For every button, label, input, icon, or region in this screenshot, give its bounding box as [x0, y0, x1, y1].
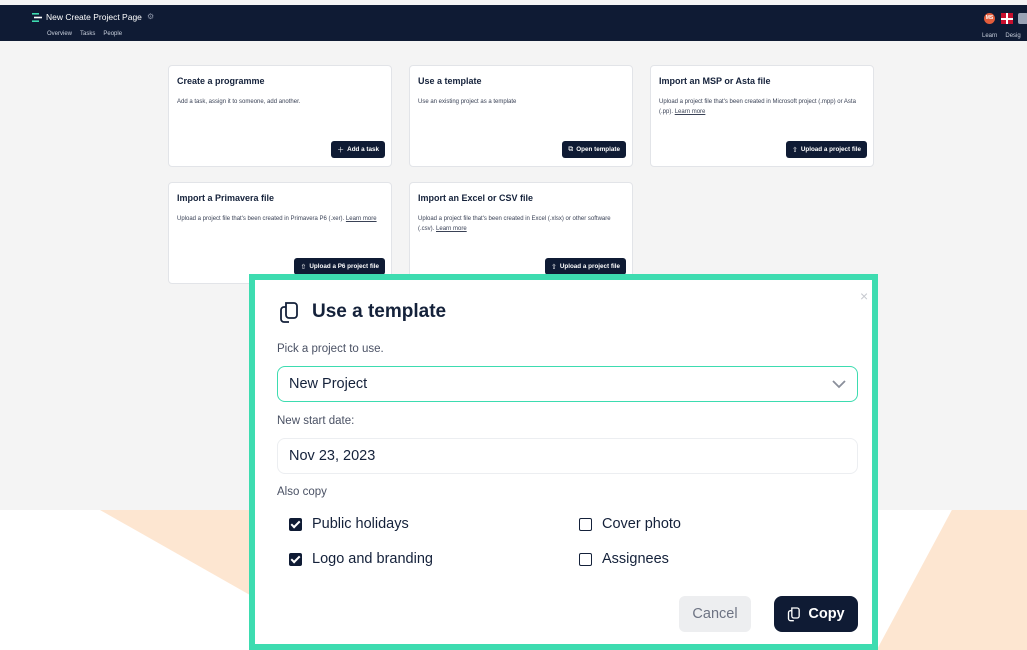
nav-tabs: Overview Tasks People — [47, 31, 122, 37]
help-icon[interactable] — [1018, 13, 1027, 24]
copy-icon — [788, 607, 801, 622]
card-import-msp: Import an MSP or Asta file Upload a proj… — [650, 65, 874, 167]
tab-people[interactable]: People — [103, 31, 122, 37]
card-title: Import an MSP or Asta file — [659, 76, 771, 86]
add-task-button[interactable]: ＋ Add a task — [331, 141, 385, 158]
use-template-dialog: × Use a template Pick a project to use. … — [249, 274, 878, 650]
upload-icon: ⇧ — [300, 263, 307, 271]
start-date-value: Nov 23, 2023 — [289, 448, 376, 464]
project-title[interactable]: New Create Project Page — [46, 12, 142, 22]
option-assignees[interactable]: Assignees — [579, 551, 669, 567]
card-description: Use an existing project as a template — [418, 99, 517, 105]
upload-icon: ⇧ — [550, 263, 557, 271]
checkbox-checked[interactable] — [289, 552, 302, 566]
also-copy-label: Also copy — [277, 486, 327, 498]
dialog-title: Use a template — [312, 301, 447, 322]
option-public-holidays[interactable]: Public holidays — [289, 516, 409, 532]
learn-link[interactable]: Learn — [982, 33, 997, 39]
background-shape — [876, 510, 1027, 650]
project-label: Pick a project to use. — [277, 343, 384, 355]
checkbox-unchecked[interactable] — [579, 517, 592, 531]
card-title: Use a template — [418, 76, 482, 86]
cancel-button[interactable]: Cancel — [679, 596, 751, 632]
copy-button[interactable]: Copy — [774, 596, 858, 632]
avatar[interactable]: MS — [984, 13, 995, 24]
start-date-label: New start date: — [277, 415, 355, 427]
project-select-value: New Project — [289, 376, 368, 392]
checkbox-checked[interactable] — [289, 517, 302, 531]
card-description: Upload a project file that's been create… — [177, 216, 377, 222]
close-icon[interactable]: × — [860, 288, 868, 304]
header-links: Learn Desig — [982, 33, 1021, 39]
upload-project-file-button[interactable]: ⇧ Upload a project file — [785, 141, 867, 158]
card-import-excel: Import an Excel or CSV file Upload a pro… — [409, 182, 633, 284]
start-date-input[interactable]: Nov 23, 2023 — [277, 438, 858, 474]
option-logo-branding[interactable]: Logo and branding — [289, 551, 433, 567]
top-bar: New Create Project Page ⚙ Overview Tasks… — [0, 5, 1027, 41]
list-icon — [32, 13, 42, 22]
gear-icon[interactable]: ⚙ — [147, 12, 154, 21]
chevron-down-icon — [832, 380, 846, 389]
option-cover-photo[interactable]: Cover photo — [579, 516, 681, 532]
project-select[interactable]: New Project — [277, 366, 858, 402]
card-create-programme: Create a programme Add a task, assign it… — [168, 65, 392, 167]
upload-p6-file-button[interactable]: ⇧ Upload a P6 project file — [294, 258, 385, 275]
learn-more-link[interactable]: Learn more — [436, 226, 467, 232]
uk-flag-icon[interactable] — [1001, 13, 1013, 24]
card-title: Import an Excel or CSV file — [418, 193, 534, 203]
copy-icon: ⧉ — [568, 145, 574, 153]
card-title: Create a programme — [177, 76, 265, 86]
open-template-button[interactable]: ⧉ Open template — [562, 141, 626, 158]
plus-icon: ＋ — [337, 146, 345, 154]
learn-more-link[interactable]: Learn more — [675, 109, 706, 115]
learn-more-link[interactable]: Learn more — [346, 216, 377, 222]
checkbox-unchecked[interactable] — [579, 552, 592, 566]
upload-icon: ⇧ — [791, 146, 798, 154]
card-description: Upload a project file that's been create… — [418, 216, 611, 232]
tab-tasks[interactable]: Tasks — [80, 31, 95, 37]
card-import-primavera: Import a Primavera file Upload a project… — [168, 182, 392, 284]
copy-icon — [280, 302, 298, 323]
tab-overview[interactable]: Overview — [47, 31, 72, 37]
card-title: Import a Primavera file — [177, 193, 275, 203]
card-use-template: Use a template Use an existing project a… — [409, 65, 633, 167]
upload-excel-file-button[interactable]: ⇧ Upload a project file — [544, 258, 626, 275]
design-link[interactable]: Desig — [1005, 33, 1020, 39]
card-description: Add a task, assign it to someone, add an… — [177, 99, 301, 105]
card-description: Upload a project file that's been create… — [659, 99, 856, 115]
